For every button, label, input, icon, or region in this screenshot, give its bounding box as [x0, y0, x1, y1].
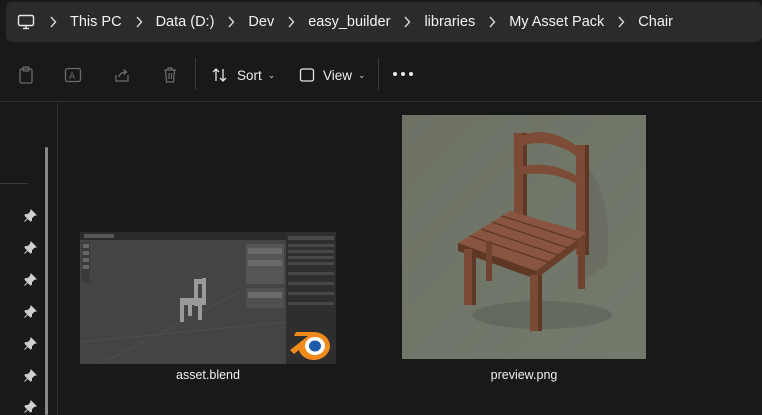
view-icon	[299, 68, 315, 82]
breadcrumb-item-chair[interactable]: Chair	[638, 14, 673, 30]
paste-icon[interactable]	[16, 65, 36, 85]
pin-icon[interactable]	[23, 305, 37, 319]
svg-text:A: A	[69, 72, 76, 82]
sort-label: Sort	[237, 67, 262, 83]
rename-icon[interactable]: A	[63, 65, 83, 85]
pin-icon[interactable]	[23, 209, 37, 223]
delete-icon[interactable]	[160, 65, 180, 85]
pin-icon[interactable]	[23, 400, 37, 414]
pin-icon[interactable]	[23, 337, 37, 351]
breadcrumb-chevron-icon[interactable]	[475, 12, 509, 32]
navigation-pane	[0, 103, 58, 415]
command-bar: A Sort ⌄ View ⌄	[0, 48, 762, 102]
nav-scrollbar[interactable]	[45, 147, 48, 415]
breadcrumb-chevron-icon[interactable]	[390, 12, 424, 32]
breadcrumb-chevron-icon[interactable]	[604, 12, 638, 32]
pin-icon[interactable]	[23, 369, 37, 383]
view-label: View	[323, 67, 353, 83]
pin-icon[interactable]	[23, 241, 37, 255]
toolbar-divider	[195, 58, 196, 90]
breadcrumb-item-libraries[interactable]: libraries	[424, 14, 475, 30]
breadcrumb-item-this-pc[interactable]: This PC	[70, 14, 122, 30]
chevron-down-icon: ⌄	[267, 69, 276, 80]
file-name: asset.blend	[176, 368, 240, 382]
sort-icon	[212, 68, 227, 82]
breadcrumb-chevron-icon[interactable]	[36, 12, 70, 32]
file-name: preview.png	[490, 368, 558, 382]
pin-icon[interactable]	[23, 273, 37, 287]
toolbar-divider	[378, 58, 379, 90]
more-options-icon[interactable]	[393, 66, 413, 82]
breadcrumb-item-my-asset-pack[interactable]: My Asset Pack	[509, 14, 604, 30]
address-bar[interactable]: This PC Data (D:) Dev easy_builder libra…	[6, 2, 762, 42]
blend-thumbnail	[80, 232, 336, 364]
sort-button[interactable]: Sort ⌄	[211, 62, 275, 88]
blender-icon	[290, 332, 330, 360]
computer-icon[interactable]	[16, 12, 36, 32]
breadcrumb-chevron-icon[interactable]	[274, 12, 308, 32]
breadcrumb-item-data-drive[interactable]: Data (D:)	[156, 14, 215, 30]
chevron-down-icon: ⌄	[358, 69, 366, 80]
breadcrumb-chevron-icon[interactable]	[122, 12, 156, 32]
breadcrumb-item-easy-builder[interactable]: easy_builder	[308, 14, 390, 30]
png-thumbnail	[402, 115, 646, 359]
share-icon[interactable]	[112, 65, 132, 85]
breadcrumb-item-dev[interactable]: Dev	[248, 14, 274, 30]
nav-divider	[0, 183, 28, 184]
breadcrumb-chevron-icon[interactable]	[214, 12, 248, 32]
view-button[interactable]: View ⌄	[299, 62, 366, 88]
